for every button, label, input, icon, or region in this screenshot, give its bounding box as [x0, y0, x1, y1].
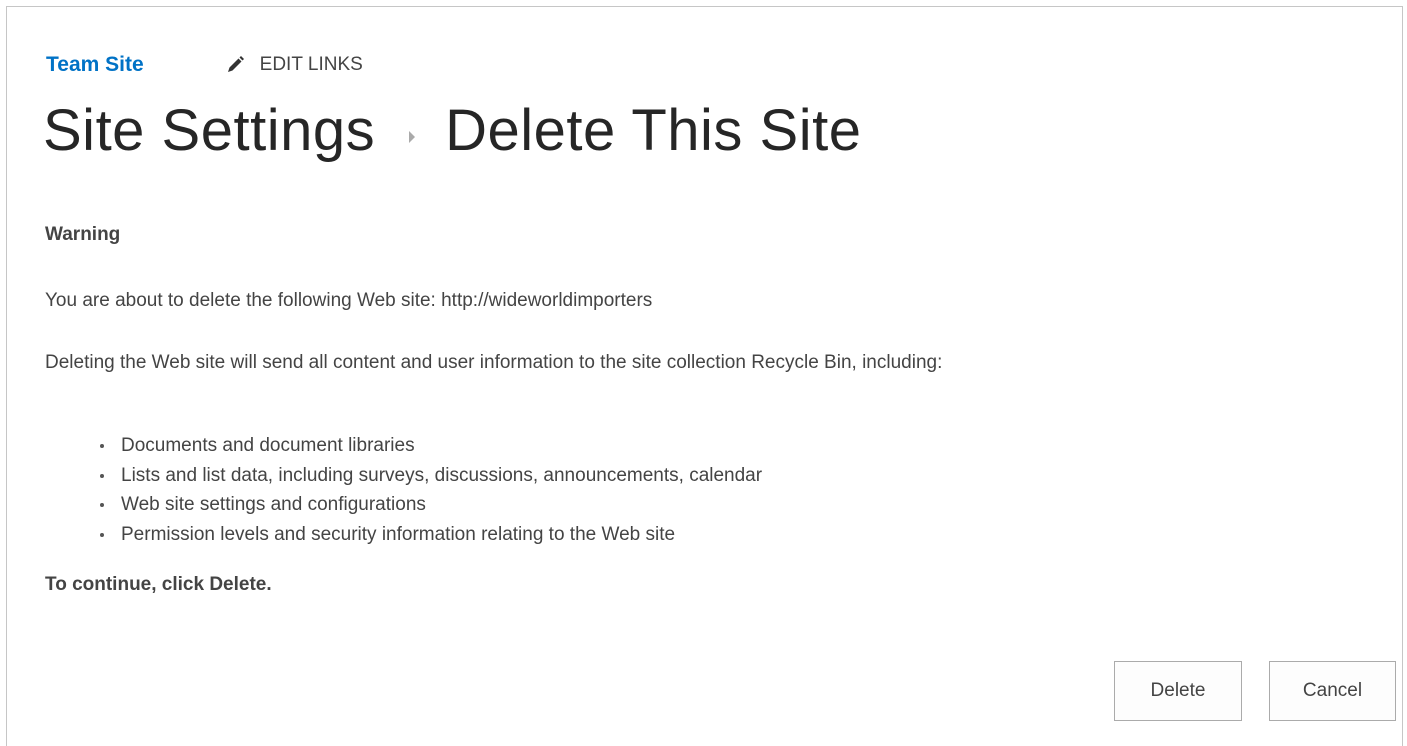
list-item-text: Web site settings and configurations — [121, 494, 426, 515]
bullet-icon — [100, 532, 104, 537]
bullet-icon — [100, 473, 104, 478]
description-text: Deleting the Web site will send all cont… — [45, 352, 943, 373]
pencil-icon — [224, 54, 246, 76]
continue-instruction: To continue, click Delete. — [45, 574, 272, 595]
deleted-items-list: Documents and document libraries Lists a… — [45, 431, 762, 549]
warning-content: Warning You are about to delete the foll… — [45, 222, 1345, 595]
top-links-bar: Team Site EDIT LINKS — [46, 51, 363, 79]
team-site-link[interactable]: Team Site — [46, 53, 144, 77]
chevron-right-icon — [409, 130, 416, 143]
bullet-icon — [100, 503, 104, 507]
breadcrumb-current-page: Delete This Site — [445, 98, 862, 163]
intro-text: You are about to delete the following We… — [45, 290, 653, 311]
list-item: Lists and list data, including surveys, … — [45, 461, 762, 491]
breadcrumb-site-settings[interactable]: Site Settings — [43, 97, 375, 164]
list-item: Documents and document libraries — [45, 431, 762, 461]
edit-links-label: EDIT LINKS — [259, 54, 363, 75]
list-item-text: Lists and list data, including surveys, … — [121, 464, 763, 486]
bullet-icon — [100, 444, 104, 448]
page-frame: Team Site EDIT LINKS Site Settings Delet… — [6, 6, 1403, 746]
page-title: Site Settings Delete This Site — [43, 97, 862, 164]
list-item-text: Permission levels and security informati… — [121, 523, 676, 545]
list-item: Web site settings and configurations — [45, 490, 762, 520]
list-item-text: Documents and document libraries — [121, 435, 415, 456]
delete-button[interactable]: Delete — [1114, 661, 1242, 721]
warning-heading: Warning — [45, 224, 121, 245]
cancel-button[interactable]: Cancel — [1269, 661, 1396, 721]
edit-links-button[interactable]: EDIT LINKS — [224, 54, 363, 76]
list-item: Permission levels and security informati… — [45, 520, 762, 550]
